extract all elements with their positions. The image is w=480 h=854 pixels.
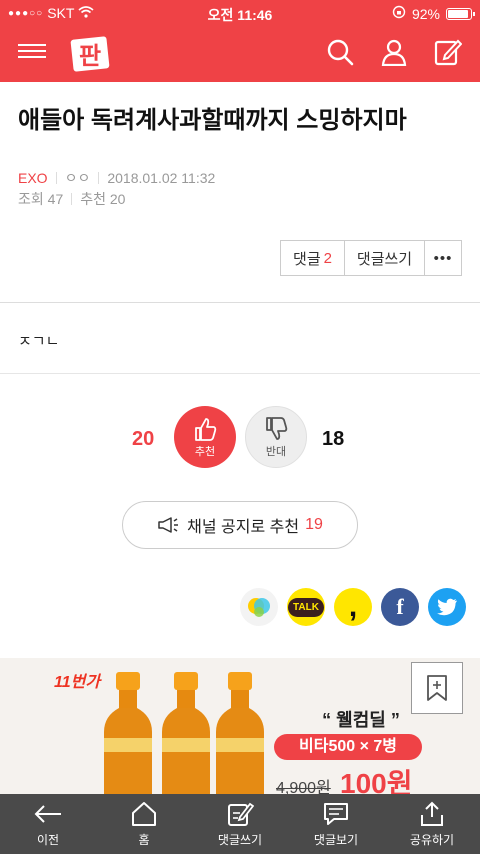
notice-label: 채널 공지로 추천 xyxy=(187,519,300,536)
recommend-label: 추천 xyxy=(80,191,106,207)
kakaostory-share-icon[interactable] xyxy=(240,588,278,626)
ad-banner[interactable]: 11번가 “ 웰컴딜 ” 비타500 × 7병 4,900원 100원 xyxy=(0,658,480,794)
rotation-lock-icon xyxy=(392,5,406,22)
thumbs-down-icon xyxy=(266,417,288,440)
divider xyxy=(55,172,57,184)
battery-icon xyxy=(446,7,475,20)
battery-percent: 92% xyxy=(411,5,440,22)
logo[interactable]: 판 xyxy=(70,34,110,74)
bottle-image xyxy=(104,672,152,794)
vote-section: 20 추천 반대 18 xyxy=(0,404,480,474)
downvote-label: 반대 xyxy=(265,446,287,458)
twitter-share-icon[interactable] xyxy=(428,588,466,626)
bottom-nav-label: 댓글쓰기 xyxy=(217,832,263,847)
bottom-nav-back[interactable]: 이전 xyxy=(0,794,96,854)
arrow-left-icon xyxy=(34,804,61,823)
search-icon[interactable] xyxy=(326,38,354,66)
user-icon[interactable] xyxy=(380,38,408,66)
downvote-count: 18 xyxy=(322,428,345,450)
bottom-nav-label: 공유하기 xyxy=(409,832,455,847)
ad-new-price: 100원 xyxy=(340,768,413,794)
bottom-nav-label: 댓글보기 xyxy=(313,832,359,847)
notice-count: 19 xyxy=(305,516,323,533)
divider xyxy=(0,302,480,303)
home-icon xyxy=(132,801,156,826)
channel-notice-recommend-button[interactable]: 채널 공지로 추천 19 xyxy=(122,501,358,549)
more-button[interactable]: ••• xyxy=(425,241,461,275)
kakaotalk-share-icon[interactable]: TALK xyxy=(287,588,325,626)
post-date: 2018.01.02 11:32 xyxy=(107,170,216,186)
bottom-nav-share[interactable]: 공유하기 xyxy=(384,794,480,854)
facebook-glyph: f xyxy=(396,594,404,619)
post-body: ㅈㄱㄴ xyxy=(18,333,60,350)
bottle-image xyxy=(162,672,210,794)
kakao-glyph: , xyxy=(348,590,358,623)
post-title: 애들아 독려계사과할때까지 스밍하지마 xyxy=(18,107,407,134)
ad-deal-badge: 비타500 × 7병 xyxy=(274,734,422,760)
divider xyxy=(98,172,100,184)
bottom-nav: 이전 홈 댓글쓰기 댓글보기 공유하기 xyxy=(0,794,480,854)
views-count: 47 xyxy=(47,191,64,207)
bottom-nav-home[interactable]: 홈 xyxy=(96,794,192,854)
upvote-label: 추천 xyxy=(194,446,216,458)
downvote-button[interactable]: 반대 xyxy=(245,406,307,468)
comments-count: 2 xyxy=(323,249,332,267)
bookmark-button[interactable] xyxy=(411,662,463,714)
post-actions: 댓글 2 댓글쓰기 ••• xyxy=(280,240,462,276)
write-comment-button[interactable]: 댓글쓰기 xyxy=(345,241,425,275)
divider xyxy=(0,373,480,374)
bottle-image xyxy=(216,672,264,794)
status-bar: ●●●○○ SKT 오전 11:46 92% xyxy=(0,0,480,26)
bookmark-add-icon xyxy=(427,675,447,701)
comments-icon xyxy=(324,802,348,825)
write-comment-icon xyxy=(228,802,254,826)
post-meta: EXO ㅇㅇ 2018.01.02 11:32 xyxy=(18,168,215,188)
share-icon xyxy=(421,801,443,826)
bottom-nav-label: 홈 xyxy=(138,832,150,847)
talk-label: TALK xyxy=(288,597,324,617)
ad-welcome-text: “ 웰컴딜 ” xyxy=(322,710,400,730)
bottom-nav-label: 이전 xyxy=(36,832,60,847)
ad-brand: 11번가 xyxy=(54,674,101,691)
post-category[interactable]: EXO xyxy=(18,170,48,186)
bottom-nav-write-comment[interactable]: 댓글쓰기 xyxy=(192,794,288,854)
nav-bar: 판 xyxy=(0,28,480,80)
upvote-count: 20 xyxy=(132,428,155,450)
kakao-share-icon[interactable]: , xyxy=(334,588,372,626)
comments-button[interactable]: 댓글 2 xyxy=(281,241,345,275)
views-label: 조회 xyxy=(18,191,44,207)
ad-old-price: 4,900원 xyxy=(276,780,331,794)
post-author: ㅇㅇ xyxy=(64,170,91,186)
bottom-nav-view-comments[interactable]: 댓글보기 xyxy=(288,794,384,854)
divider xyxy=(71,193,73,205)
svg-text:판: 판 xyxy=(79,42,101,70)
upvote-button[interactable]: 추천 xyxy=(174,406,236,468)
thumbs-up-icon xyxy=(195,418,217,441)
comments-label: 댓글 xyxy=(293,250,321,268)
facebook-share-icon[interactable]: f xyxy=(381,588,419,626)
post-stats: 조회 47 추천 20 xyxy=(18,189,125,209)
megaphone-icon xyxy=(158,517,179,533)
menu-icon[interactable] xyxy=(18,40,46,64)
recommend-count: 20 xyxy=(109,191,126,207)
app-header: ●●●○○ SKT 오전 11:46 92% 판 xyxy=(0,0,480,82)
write-icon[interactable] xyxy=(434,38,462,66)
share-buttons: TALK , f xyxy=(240,588,466,626)
